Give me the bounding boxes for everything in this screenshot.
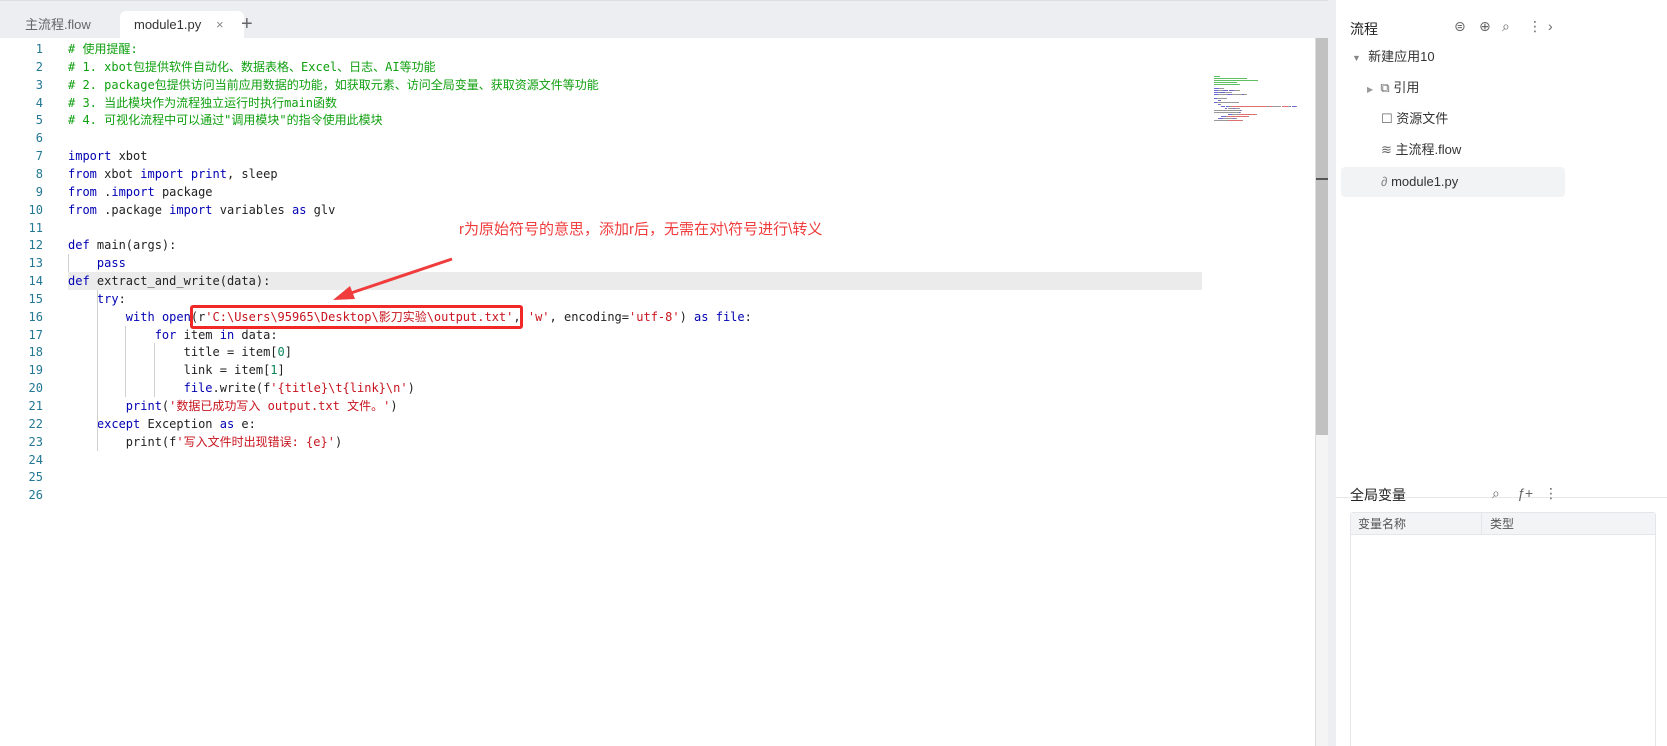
tree-item-main-flow[interactable]: ≋ 主流程.flow (1381, 135, 1461, 165)
python-icon: ∂ (1381, 174, 1388, 189)
resource-icon: ☐ (1381, 111, 1393, 126)
add-variable-icon[interactable]: ƒ+ (1517, 485, 1533, 501)
tree-item-module1[interactable]: ∂ module1.py (1341, 167, 1565, 197)
tree-label: 主流程.flow (1395, 142, 1462, 157)
add-flow-icon[interactable]: ⊜ (1454, 18, 1466, 35)
panel-title: 流程 (1350, 21, 1378, 37)
more-icon[interactable]: ⋮ (1528, 18, 1542, 35)
add-module-icon[interactable]: ⊕ (1479, 18, 1491, 35)
search-icon[interactable]: ⌕ (1502, 18, 1510, 35)
caret-right-icon: ▶ (1367, 85, 1374, 94)
column-name: 变量名称 (1358, 517, 1407, 531)
column-type: 类型 (1481, 513, 1514, 535)
caret-down-icon: ▼ (1352, 53, 1361, 63)
tree-item-resources[interactable]: ☐ 资源文件 (1381, 104, 1448, 134)
search-icon[interactable]: ⌕ (1492, 485, 1500, 502)
more-icon[interactable]: ⋮ (1544, 485, 1558, 502)
collapse-panel-icon[interactable]: › (1548, 18, 1553, 34)
tree-label: 新建应用10 (1368, 49, 1435, 64)
tree-item-app[interactable]: ▼ 新建应用10 (1352, 42, 1435, 72)
tree-label: 引用 (1393, 80, 1420, 95)
tree-label: 资源文件 (1396, 111, 1449, 126)
tree-item-references[interactable]: ▶ ⧉ 引用 (1367, 73, 1419, 103)
table-header: 变量名称 类型 (1351, 513, 1655, 535)
layers-icon: ≋ (1381, 142, 1392, 157)
globals-table: 变量名称 类型 (1350, 512, 1656, 746)
tree-label: module1.py (1391, 174, 1459, 189)
annotation-arrow (333, 257, 453, 300)
reference-icon: ⧉ (1380, 80, 1390, 95)
right-panel: 流程 ⊜ ⊕ ⌕ ⋮ › ▼ 新建应用10 ▶ ⧉ 引用 ☐ 资源文件 ≋ 主流… (1336, 0, 1667, 746)
globals-title: 全局变量 (1350, 487, 1406, 503)
